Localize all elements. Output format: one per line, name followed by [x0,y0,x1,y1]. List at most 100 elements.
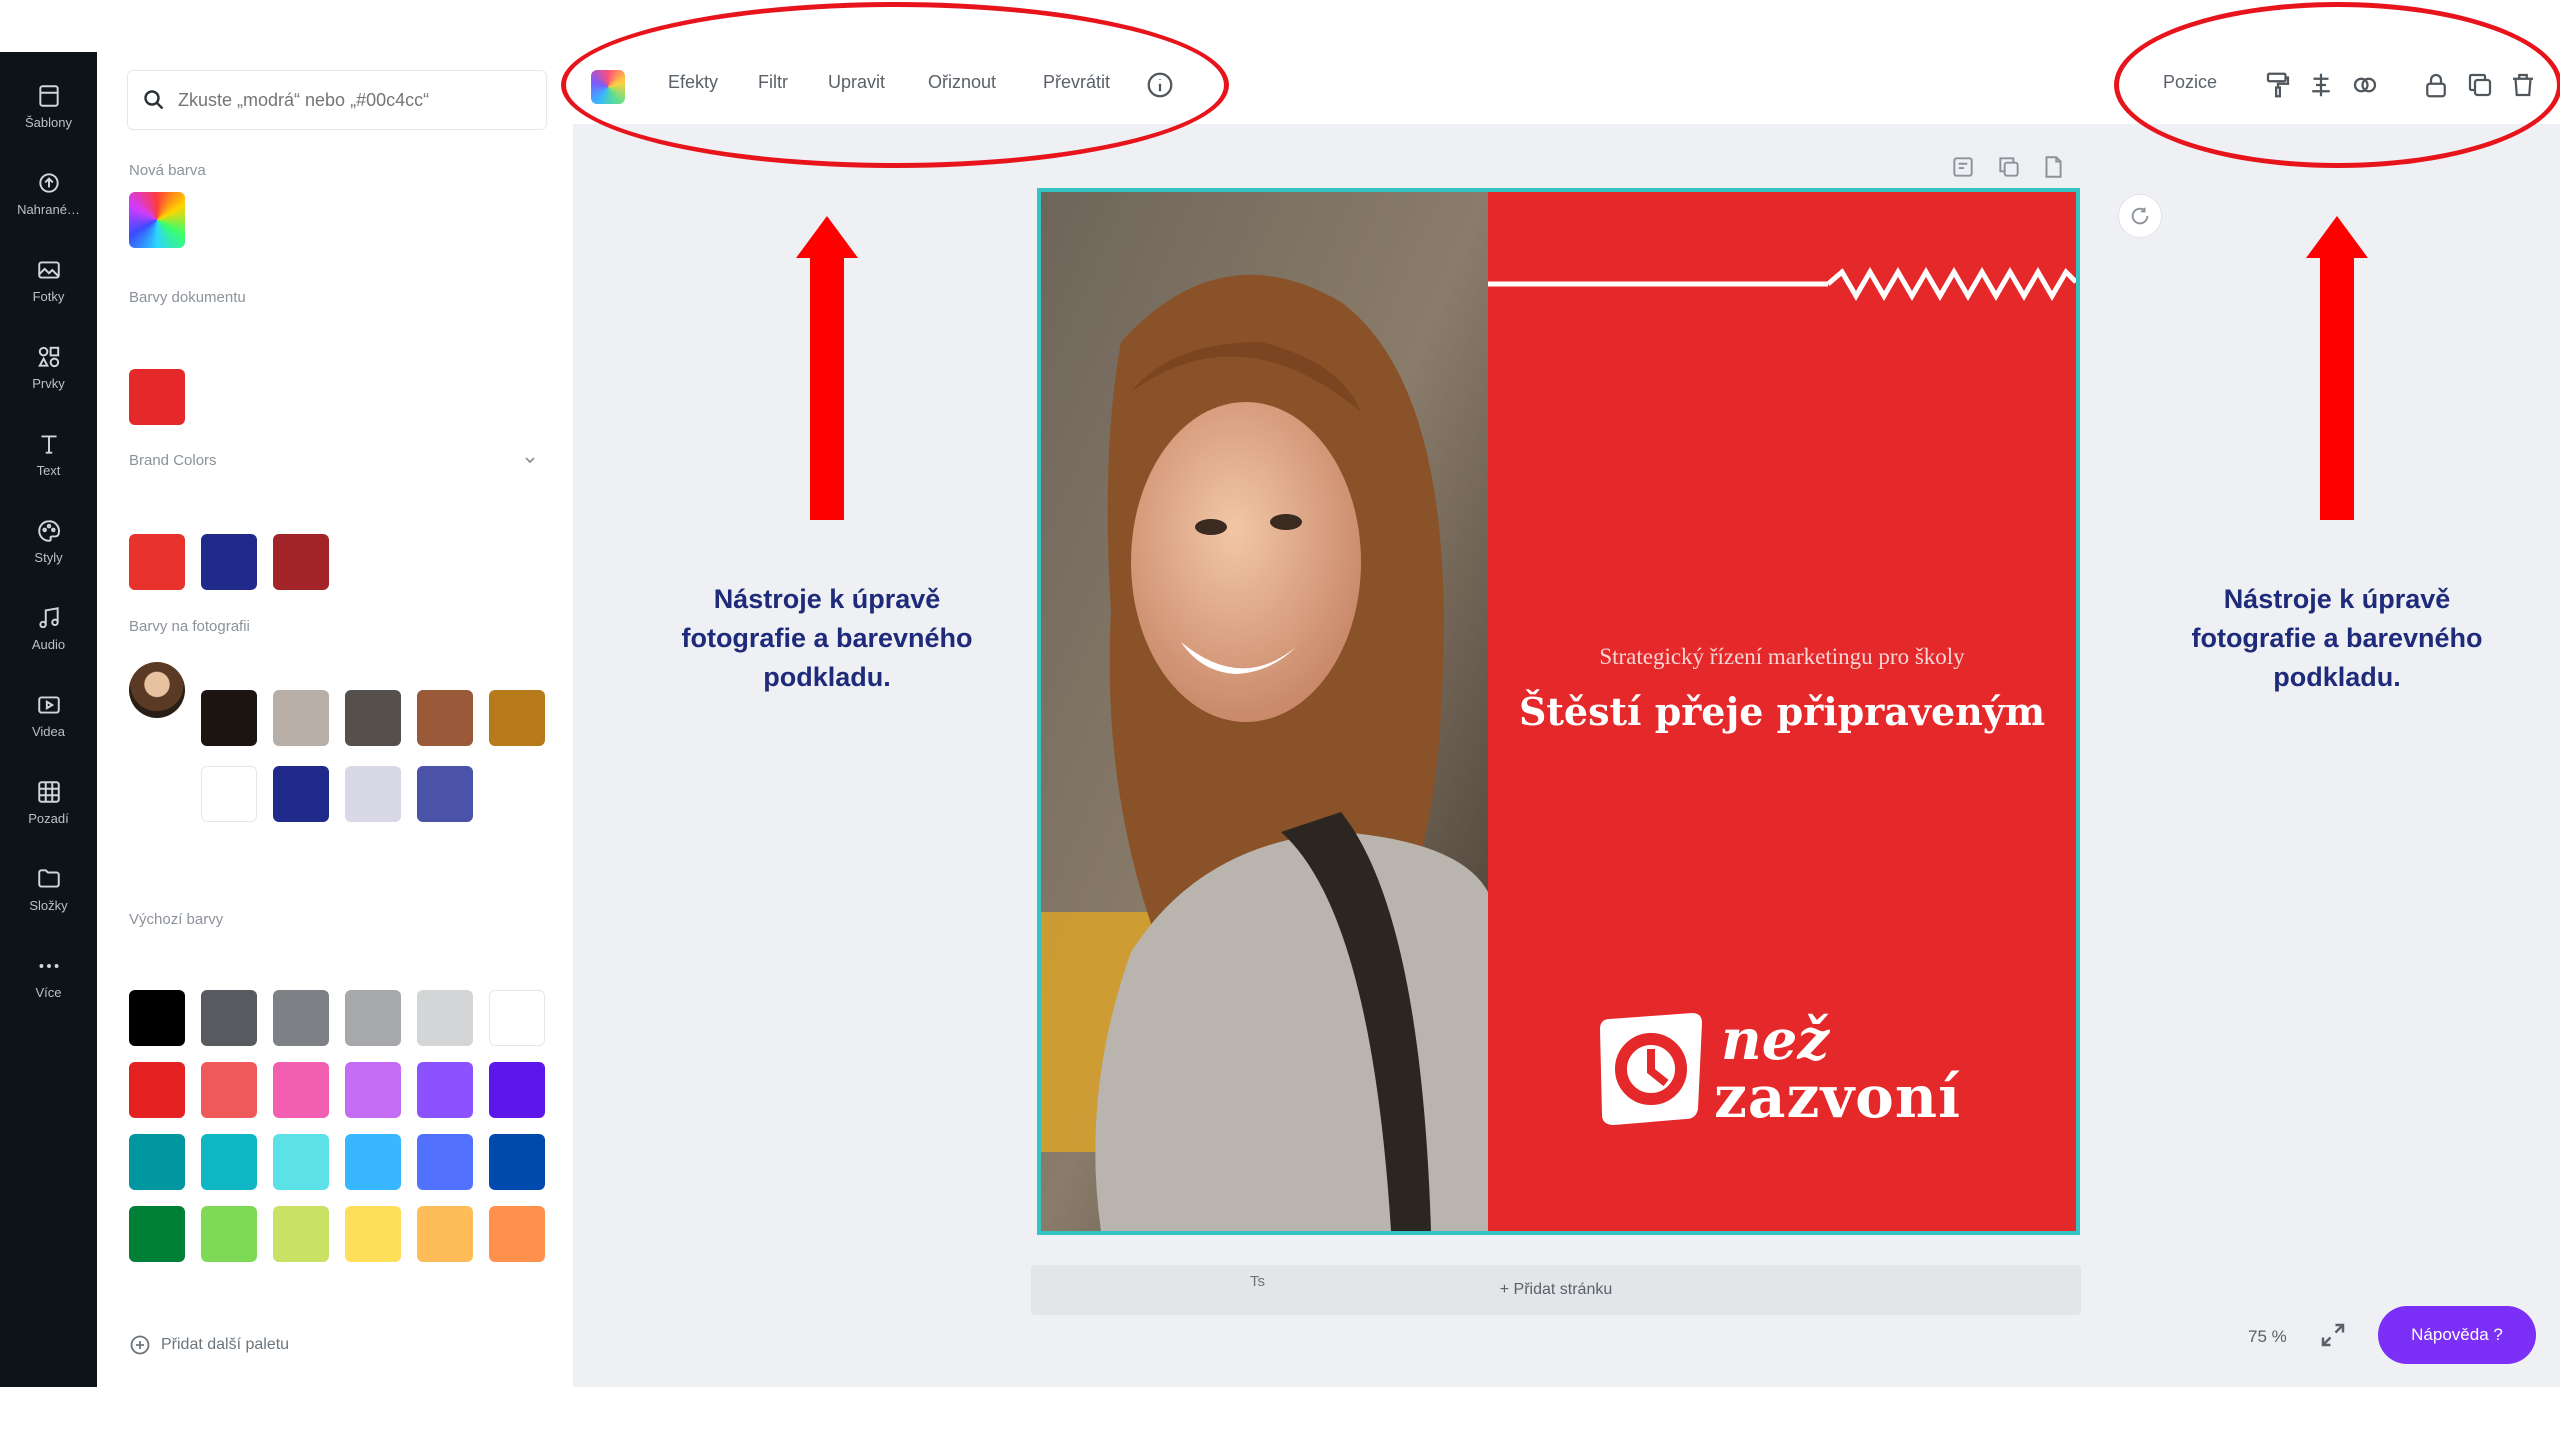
sidebar-item-uploads[interactable]: Nahrané… [0,153,97,233]
sidebar-item-label: Pozadí [28,810,69,826]
note-icon[interactable] [1950,154,1976,180]
default-color-swatch[interactable] [345,1134,401,1190]
add-palette-link[interactable]: Přidat další paletu [129,1334,289,1356]
default-color-swatch[interactable] [273,1134,329,1190]
annotation-text-left: Nástroje k úpravě fotografie a barevného… [681,584,973,692]
default-color-swatch[interactable] [273,1062,329,1118]
help-button[interactable]: Nápověda ? [2378,1306,2536,1364]
photo-thumbnail[interactable] [129,662,185,718]
sidebar-item-elements[interactable]: Prvky [0,327,97,407]
default-color-swatch[interactable] [345,990,401,1046]
default-color-swatch[interactable] [129,1206,185,1262]
fullscreen-icon[interactable] [2318,1320,2348,1350]
red-background-panel[interactable]: Strategický řízení marketingu pro školy … [1488,192,2076,1231]
folder-icon [37,868,60,888]
chevron-down-icon[interactable] [522,452,538,468]
brand-color-swatch[interactable] [273,534,329,590]
page-number: Ts [1250,1273,1265,1290]
highlight-ellipse-left [561,2,1229,168]
brand-logo[interactable]: než zazvoní [1596,1007,1996,1137]
portrait-photo[interactable] [1041,192,1488,1231]
left-navigation-sidebar: Šablony Nahrané… Fotky Prvky Text Styly … [0,52,97,1387]
photo-color-swatch[interactable] [345,766,401,822]
rotate-handle[interactable] [2118,194,2162,238]
brand-color-swatch[interactable] [129,534,185,590]
rainbow-new-color-swatch[interactable] [129,192,185,248]
design-page[interactable]: Strategický řízení marketingu pro školy … [1037,188,2080,1235]
arrow-up-right [2306,216,2368,520]
sidebar-item-label: Složky [29,897,68,913]
search-icon [144,90,164,110]
default-color-swatch[interactable] [489,1206,545,1262]
add-palette-label: Přidat další paletu [161,1336,290,1353]
default-color-swatch[interactable] [129,1062,185,1118]
styles-icon [37,519,60,542]
portrait-illustration [1041,192,1488,1231]
sidebar-item-label: Nahrané… [17,201,80,217]
arrow-up-left [796,216,858,520]
photo-color-swatch[interactable] [417,690,473,746]
color-search-input[interactable] [178,89,518,111]
sidebar-item-templates[interactable]: Šablony [0,66,97,146]
photo-color-swatch[interactable] [417,766,473,822]
new-page-icon[interactable] [2040,154,2066,180]
brand-name-line2: zazvoní [1714,1063,1962,1131]
default-color-swatch[interactable] [273,990,329,1046]
color-search-box[interactable] [127,70,547,130]
plus-circle-icon [130,1335,150,1355]
template-icon [38,84,59,107]
add-page-button[interactable]: + Přidat stránku [1031,1265,2081,1315]
zigzag-line [1488,267,2076,301]
brand-color-swatch[interactable] [201,534,257,590]
default-color-swatch[interactable] [345,1206,401,1262]
sidebar-item-styles[interactable]: Styly [0,501,97,581]
photo-color-swatch[interactable] [201,766,257,822]
default-color-swatch[interactable] [273,1206,329,1262]
photo-colors-title: Barvy na fotografii [129,618,250,635]
background-icon [37,780,60,803]
default-color-swatch[interactable] [489,1062,545,1118]
sidebar-item-audio[interactable]: Audio [0,588,97,668]
design-subtitle[interactable]: Strategický řízení marketingu pro školy [1488,644,2076,670]
sidebar-item-label: Audio [31,636,66,652]
highlight-ellipse-right [2114,2,2560,168]
sidebar-item-label: Fotky [32,288,65,304]
photo-color-swatch[interactable] [201,690,257,746]
default-color-swatch[interactable] [489,990,545,1046]
photo-color-swatch[interactable] [489,690,545,746]
photo-color-swatch[interactable] [273,690,329,746]
default-color-swatch[interactable] [345,1062,401,1118]
audio-icon [38,606,59,628]
sidebar-item-label: Videa [31,723,65,739]
default-color-swatch[interactable] [129,990,185,1046]
more-icon [38,963,59,968]
sidebar-item-text[interactable]: Text [0,414,97,494]
sidebar-item-label: Více [35,984,62,1000]
default-color-swatch[interactable] [201,1062,257,1118]
sidebar-item-label: Prvky [32,375,65,391]
sidebar-item-videos[interactable]: Videa [0,675,97,755]
document-color-swatch[interactable] [129,369,185,425]
default-color-swatch[interactable] [129,1134,185,1190]
default-color-swatch[interactable] [201,990,257,1046]
photo-color-swatch[interactable] [273,766,329,822]
rotate-icon [2131,207,2149,225]
photo-color-swatch[interactable] [345,690,401,746]
default-color-swatch[interactable] [417,990,473,1046]
default-color-swatch[interactable] [417,1134,473,1190]
sidebar-item-photos[interactable]: Fotky [0,240,97,320]
default-color-swatch[interactable] [201,1206,257,1262]
default-color-swatch[interactable] [417,1062,473,1118]
text-icon [40,434,57,454]
default-color-swatch[interactable] [201,1134,257,1190]
sidebar-item-background[interactable]: Pozadí [0,762,97,842]
zoom-level[interactable]: 75 % [2248,1327,2287,1347]
default-color-swatch[interactable] [489,1134,545,1190]
copy-page-icon[interactable] [1996,154,2022,180]
design-headline[interactable]: Štěstí přeje připraveným [1488,689,2076,734]
sidebar-item-folders[interactable]: Složky [0,849,97,929]
default-color-swatch[interactable] [417,1206,473,1262]
sidebar-item-more[interactable]: Více [0,936,97,1016]
elements-icon [37,346,59,367]
photo-icon [37,260,60,279]
